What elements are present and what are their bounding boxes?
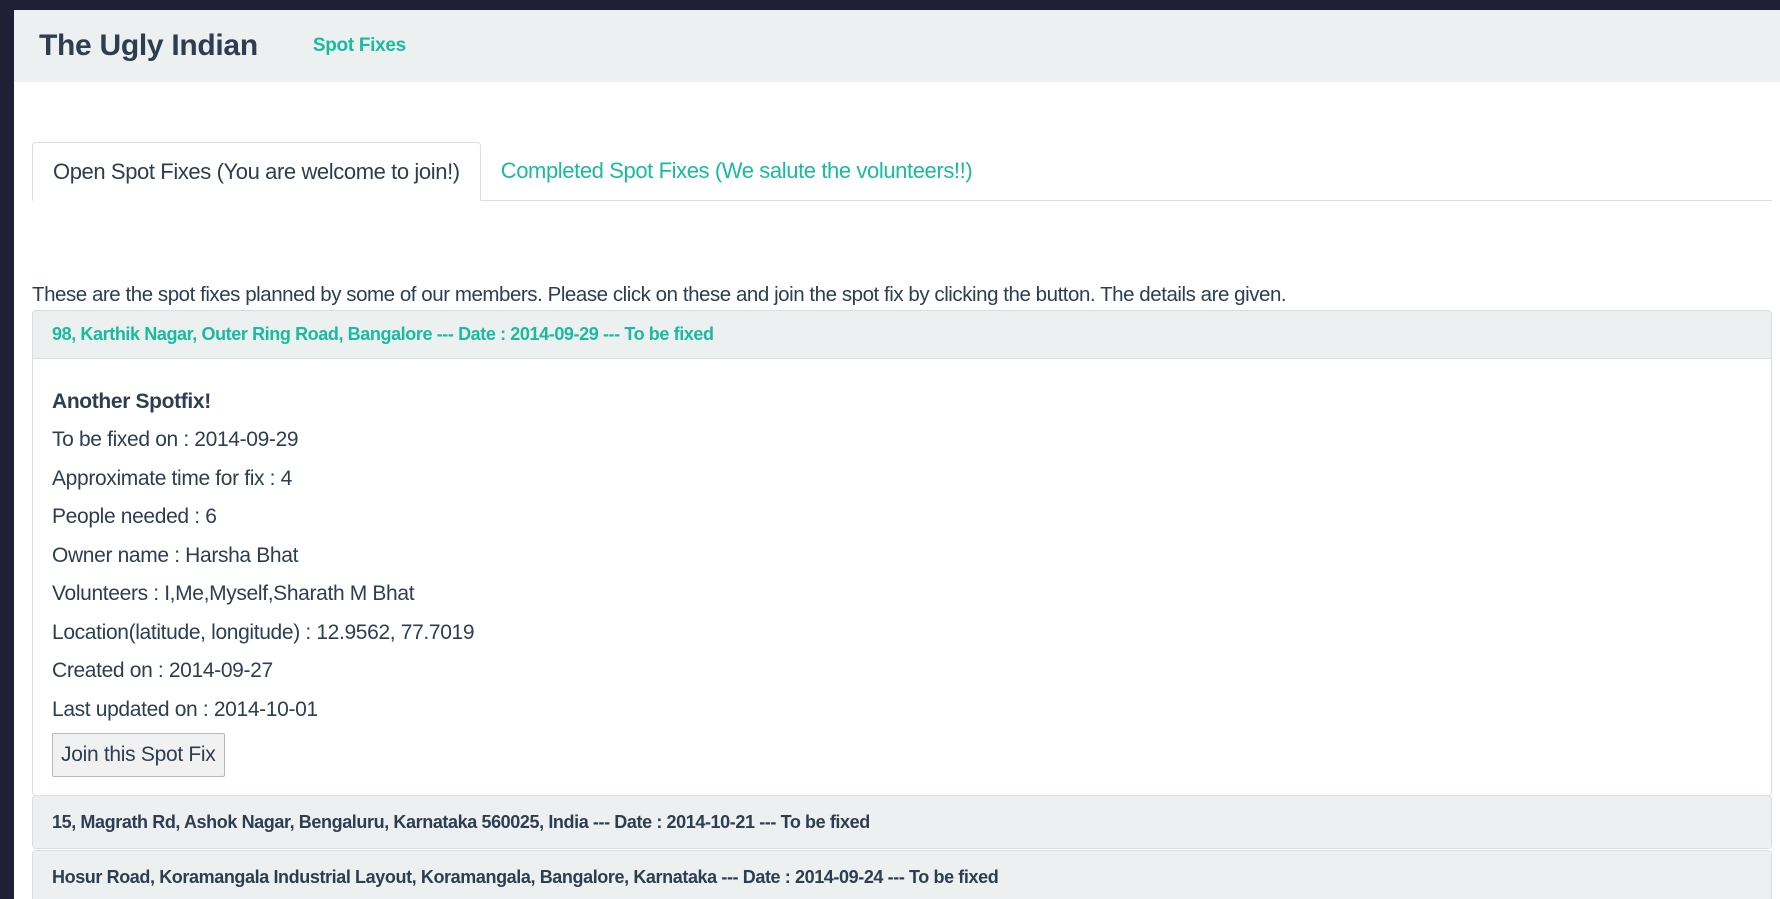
spotfix-location: Location(latitude, longitude) : 12.9562,… [52, 620, 475, 644]
spotfix-panel-1: 98, Karthik Nagar, Outer Ring Road, Bang… [32, 310, 1772, 796]
spotfix-volunteers: Volunteers : I,Me,Myself,Sharath M Bhat [52, 582, 415, 605]
spotfix-tabs: Open Spot Fixes (You are welcome to join… [32, 130, 1772, 201]
spotfix-fix-date: To be fixed on : 2014-09-29 [52, 428, 299, 451]
spotfix-panel-1-body: Another Spotfix! To be fixed on : 2014-0… [33, 359, 1771, 795]
spotfix-last-updated: Last updated on : 2014-10-01 [52, 697, 318, 721]
spotfix-panel-2: 15, Magrath Rd, Ashok Nagar, Bengaluru, … [32, 795, 1772, 849]
spotfix-created-on: Created on : 2014-09-27 [52, 659, 273, 682]
spotfix-title: Another Spotfix! [52, 390, 211, 413]
spotfix-panel-1-heading[interactable]: 98, Karthik Nagar, Outer Ring Road, Bang… [33, 311, 1771, 359]
spotfix-panel-3-heading[interactable]: Hosur Road, Koramangala Industrial Layou… [33, 851, 1771, 899]
spotfix-people-needed: People needed : 6 [52, 505, 217, 528]
spotfix-owner-name: Owner name : Harsha Bhat [52, 543, 299, 567]
intro-text: These are the spot fixes planned by some… [32, 283, 1287, 306]
browser-page: The Ugly Indian Spot Fixes Open Spot Fix… [14, 10, 1780, 899]
site-brand[interactable]: The Ugly Indian [39, 29, 258, 63]
top-navbar: The Ugly Indian Spot Fixes [14, 10, 1780, 82]
tab-completed-spot-fixes[interactable]: Completed Spot Fixes (We salute the volu… [481, 142, 993, 200]
tab-open-spot-fixes[interactable]: Open Spot Fixes (You are welcome to join… [32, 142, 481, 201]
spotfix-panel-3: Hosur Road, Koramangala Industrial Layou… [32, 850, 1772, 899]
nav-link-spot-fixes[interactable]: Spot Fixes [313, 35, 406, 57]
join-spotfix-button[interactable]: Join this Spot Fix [52, 733, 225, 777]
spotfix-approx-time: Approximate time for fix : 4 [52, 466, 292, 490]
spotfix-panel-2-heading[interactable]: 15, Magrath Rd, Ashok Nagar, Bengaluru, … [33, 796, 1771, 848]
